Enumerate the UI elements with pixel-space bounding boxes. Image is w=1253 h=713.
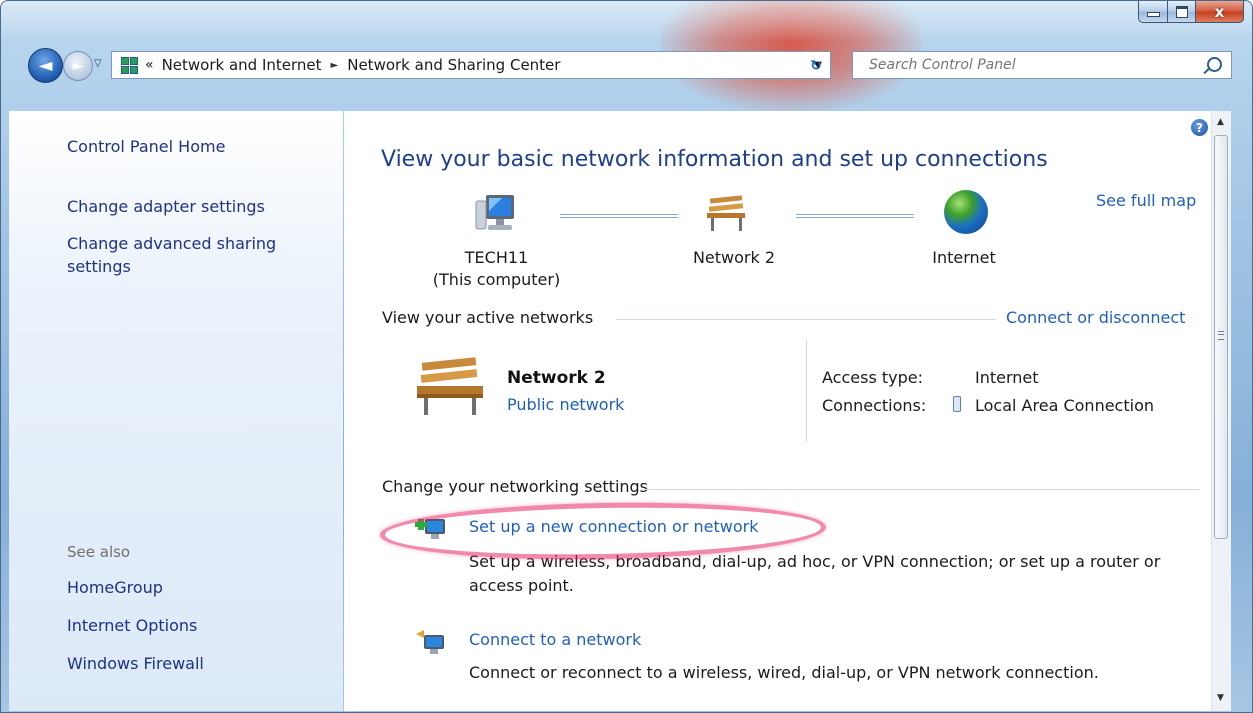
network-center-icon — [120, 56, 138, 74]
sidebar-internet-options[interactable]: Internet Options — [67, 614, 197, 637]
map-computer-label: TECH11 (This computer) — [424, 247, 569, 291]
vertical-scrollbar[interactable]: ▲ ▼ — [1211, 111, 1231, 711]
scroll-up-arrow-icon[interactable]: ▲ — [1217, 117, 1224, 127]
sidebar: Control Panel Home Change adapter settin… — [9, 111, 343, 711]
search-box[interactable] — [852, 51, 1232, 79]
main-content: ? View your basic network information an… — [344, 111, 1211, 711]
network-bench-large-icon — [417, 357, 483, 415]
access-type-value: Internet — [975, 368, 1039, 387]
connect-to-network-description: Connect or reconnect to a wireless, wire… — [469, 663, 1099, 682]
network-type-link[interactable]: Public network — [507, 395, 624, 414]
window-frame-right — [1230, 111, 1252, 712]
networking-settings-heading: Change your networking settings — [382, 477, 649, 496]
forward-button[interactable]: ► — [63, 51, 93, 81]
access-type-label: Access type: — [822, 368, 923, 387]
active-networks-heading: View your active networks — [382, 308, 594, 327]
close-icon: x — [1214, 2, 1225, 21]
map-link-line-right — [796, 214, 914, 218]
scroll-thumb[interactable] — [1214, 135, 1228, 539]
map-link-line-left — [560, 214, 678, 218]
close-button[interactable]: x — [1196, 1, 1244, 23]
map-network-label: Network 2 — [692, 248, 776, 267]
computer-subtitle: (This computer) — [432, 270, 561, 289]
breadcrumb-separator-icon[interactable]: ► — [331, 60, 339, 71]
recent-pages-dropdown-icon[interactable]: ▽ — [94, 58, 102, 69]
back-button[interactable]: ◄ — [28, 48, 63, 83]
computer-name: TECH11 — [464, 248, 529, 267]
active-network-name: Network 2 — [507, 368, 606, 388]
navigation-bar: ◄ ► ▽ « Network and Internet ► Network a… — [1, 41, 1252, 89]
sidebar-homegroup[interactable]: HomeGroup — [67, 576, 163, 599]
active-networks-divider — [806, 339, 807, 442]
help-icon[interactable]: ? — [1191, 119, 1208, 136]
network-sharing-center-window: x ◄ ► ▽ « Network and Internet ► Network… — [0, 0, 1253, 713]
minimize-icon — [1146, 12, 1160, 17]
sidebar-change-adapter-settings[interactable]: Change adapter settings — [67, 195, 265, 218]
sidebar-control-panel-home[interactable]: Control Panel Home — [67, 135, 225, 158]
breadcrumb-network-and-internet[interactable]: Network and Internet — [162, 56, 322, 74]
window-controls: x — [1138, 1, 1244, 23]
see-full-map-link[interactable]: See full map — [1096, 191, 1196, 210]
maximize-button[interactable] — [1168, 1, 1196, 23]
back-arrow-icon: ◄ — [38, 55, 53, 76]
address-overflow-chevron[interactable]: « — [145, 57, 154, 73]
sidebar-windows-firewall[interactable]: Windows Firewall — [67, 652, 204, 675]
sidebar-change-advanced-sharing-settings[interactable]: Change advanced sharing settings — [67, 232, 297, 278]
connect-to-network-link[interactable]: Connect to a network — [469, 630, 641, 649]
breadcrumb-network-sharing-center[interactable]: Network and Sharing Center — [347, 56, 560, 74]
refresh-button[interactable]: ↻ — [801, 54, 831, 78]
local-area-connection-icon — [953, 396, 961, 412]
minimize-button[interactable] — [1138, 1, 1168, 23]
connect-or-disconnect-link[interactable]: Connect or disconnect — [1006, 308, 1185, 327]
search-input[interactable] — [867, 56, 1191, 74]
connections-label: Connections: — [822, 396, 927, 415]
refresh-icon: ↻ — [810, 58, 822, 74]
forward-arrow-icon: ► — [72, 58, 84, 74]
maximize-icon — [1175, 5, 1188, 18]
active-networks-rule — [616, 319, 996, 320]
internet-globe-icon[interactable] — [944, 190, 988, 234]
map-internet-label: Internet — [932, 248, 996, 267]
address-bar[interactable]: « Network and Internet ► Network and Sha… — [111, 51, 831, 79]
networking-settings-rule — [644, 489, 1199, 490]
connect-to-network-icon — [416, 630, 444, 654]
computer-icon[interactable] — [472, 191, 518, 235]
search-icon[interactable] — [1207, 57, 1222, 72]
scroll-down-arrow-icon[interactable]: ▼ — [1217, 693, 1224, 703]
page-title: View your basic network information and … — [381, 147, 1048, 172]
scroll-thumb-grip — [1218, 331, 1224, 340]
local-area-connection-link[interactable]: Local Area Connection — [975, 396, 1154, 415]
title-bar — [1, 1, 1252, 41]
see-also-label: See also — [67, 543, 131, 561]
network-bench-icon[interactable] — [704, 194, 750, 232]
